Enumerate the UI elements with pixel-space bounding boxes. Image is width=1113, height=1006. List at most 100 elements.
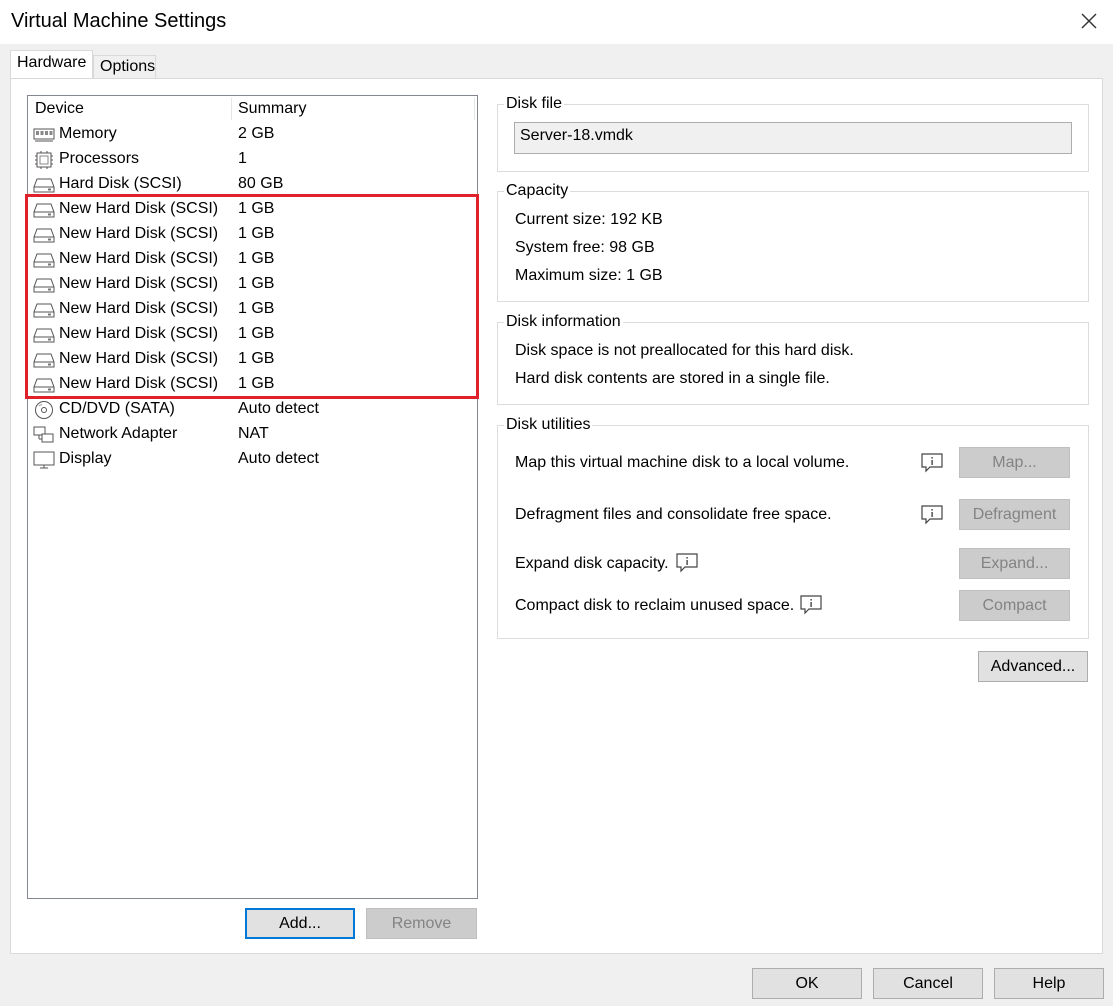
column-header-summary[interactable]: Summary (238, 100, 306, 118)
maximum-size-text: Maximum size: 1 GB (515, 267, 663, 284)
device-row[interactable]: New Hard Disk (SCSI) 1 GB (28, 248, 477, 273)
compact-description: Compact disk to reclaim unused space. (515, 597, 795, 614)
device-name: Memory (59, 125, 117, 142)
expand-description: Expand disk capacity. (515, 555, 669, 572)
compact-button[interactable]: Compact (959, 590, 1070, 621)
map-description: Map this virtual machine disk to a local… (515, 454, 850, 471)
device-name: Hard Disk (SCSI) (59, 175, 182, 192)
hard-disk-icon (33, 300, 55, 320)
remove-device-button[interactable]: Remove (366, 908, 477, 939)
device-name: New Hard Disk (SCSI) (59, 225, 219, 242)
disk-file-field[interactable]: Server-18.vmdk (514, 122, 1072, 154)
hard-disk-icon (33, 275, 55, 295)
device-row[interactable]: CD/DVD (SATA) Auto detect (28, 398, 477, 423)
capacity-group: Capacity Current size: 192 KB System fre… (497, 181, 1089, 302)
device-row[interactable]: New Hard Disk (SCSI) 1 GB (28, 323, 477, 348)
device-row[interactable]: New Hard Disk (SCSI) 1 GB (28, 223, 477, 248)
window-title: Virtual Machine Settings (11, 10, 227, 32)
defragment-description: Defragment files and consolidate free sp… (515, 506, 832, 523)
disk-info-line-2: Hard disk contents are stored in a singl… (515, 370, 830, 387)
device-summary: 1 GB (238, 200, 275, 217)
defragment-button[interactable]: Defragment (959, 499, 1070, 530)
device-summary: 80 GB (238, 175, 284, 192)
device-name: Processors (59, 150, 140, 167)
device-row[interactable]: New Hard Disk (SCSI) 1 GB (28, 298, 477, 323)
memory-icon (33, 125, 55, 145)
device-row[interactable]: Network Adapter NAT (28, 423, 477, 448)
disk-file-group: Disk file Server-18.vmdk (497, 94, 1089, 172)
cancel-button[interactable]: Cancel (873, 968, 983, 999)
device-summary: 1 GB (238, 225, 275, 242)
tab-hardware[interactable]: Hardware (10, 50, 93, 78)
device-summary: 2 GB (238, 125, 275, 142)
hard-disk-icon (33, 200, 55, 220)
current-size-text: Current size: 192 KB (515, 211, 663, 228)
map-button[interactable]: Map... (959, 447, 1070, 478)
device-row[interactable]: New Hard Disk (SCSI) 1 GB (28, 273, 477, 298)
device-name: New Hard Disk (SCSI) (59, 200, 219, 217)
hard-disk-icon (33, 375, 55, 395)
device-summary: 1 GB (238, 325, 275, 342)
device-name: New Hard Disk (SCSI) (59, 300, 219, 317)
hard-disk-icon (33, 350, 55, 370)
system-free-text: System free: 98 GB (515, 239, 655, 256)
hard-disk-icon (33, 175, 55, 195)
add-device-button[interactable]: Add... (245, 908, 355, 939)
device-row[interactable]: New Hard Disk (SCSI) 1 GB (28, 198, 477, 223)
help-button[interactable]: Help (994, 968, 1104, 999)
expand-button[interactable]: Expand... (959, 548, 1070, 579)
device-summary: 1 GB (238, 275, 275, 292)
info-icon[interactable] (920, 452, 944, 474)
tab-options[interactable]: Options (93, 55, 156, 79)
close-icon[interactable] (1076, 8, 1102, 34)
device-row[interactable]: Processors 1 (28, 148, 477, 173)
hard-disk-icon (33, 250, 55, 270)
disk-information-title: Disk information (504, 312, 623, 332)
device-row[interactable]: Display Auto detect (28, 448, 477, 473)
info-icon[interactable] (675, 552, 699, 574)
device-summary: 1 GB (238, 350, 275, 367)
column-header-device[interactable]: Device (35, 100, 84, 118)
device-name: New Hard Disk (SCSI) (59, 350, 219, 367)
device-row[interactable]: Hard Disk (SCSI) 80 GB (28, 173, 477, 198)
device-summary: 1 GB (238, 300, 275, 317)
device-name: New Hard Disk (SCSI) (59, 275, 219, 292)
device-name: Network Adapter (59, 425, 178, 442)
device-list[interactable]: Device Summary Memory 2 GB Processors 1 Hard… (27, 95, 478, 899)
device-name: New Hard Disk (SCSI) (59, 250, 219, 267)
disk-utilities-title: Disk utilities (504, 415, 593, 435)
device-summary: 1 (238, 150, 247, 167)
hard-disk-icon (33, 225, 55, 245)
ok-button[interactable]: OK (752, 968, 862, 999)
device-name: Display (59, 450, 112, 467)
hardware-panel: Device Summary Memory 2 GB Processors 1 Hard… (10, 78, 1103, 954)
device-row[interactable]: Memory 2 GB (28, 123, 477, 148)
column-divider[interactable] (231, 98, 232, 120)
cd-dvd-icon (33, 400, 55, 420)
info-icon[interactable] (920, 504, 944, 526)
info-icon[interactable] (799, 594, 823, 616)
device-list-header: Device Summary (28, 96, 477, 122)
device-row[interactable]: New Hard Disk (SCSI) 1 GB (28, 348, 477, 373)
disk-info-line-1: Disk space is not preallocated for this … (515, 342, 854, 359)
device-summary: Auto detect (238, 400, 319, 417)
processor-icon (33, 150, 55, 170)
column-divider[interactable] (474, 98, 475, 120)
device-name: CD/DVD (SATA) (59, 400, 175, 417)
network-adapter-icon (33, 425, 55, 445)
disk-utilities-group: Disk utilities Map this virtual machine … (497, 415, 1089, 639)
disk-information-group: Disk information Disk space is not preal… (497, 312, 1089, 405)
advanced-button[interactable]: Advanced... (978, 651, 1088, 682)
device-summary: 1 GB (238, 375, 275, 392)
display-icon (33, 450, 55, 470)
device-summary: 1 GB (238, 250, 275, 267)
title-bar: Virtual Machine Settings (0, 0, 1113, 44)
disk-file-title: Disk file (504, 94, 565, 114)
device-name: New Hard Disk (SCSI) (59, 325, 219, 342)
capacity-title: Capacity (504, 181, 571, 201)
device-summary: NAT (238, 425, 269, 442)
device-row[interactable]: New Hard Disk (SCSI) 1 GB (28, 373, 477, 398)
device-name: New Hard Disk (SCSI) (59, 375, 219, 392)
hard-disk-icon (33, 325, 55, 345)
device-summary: Auto detect (238, 450, 319, 467)
